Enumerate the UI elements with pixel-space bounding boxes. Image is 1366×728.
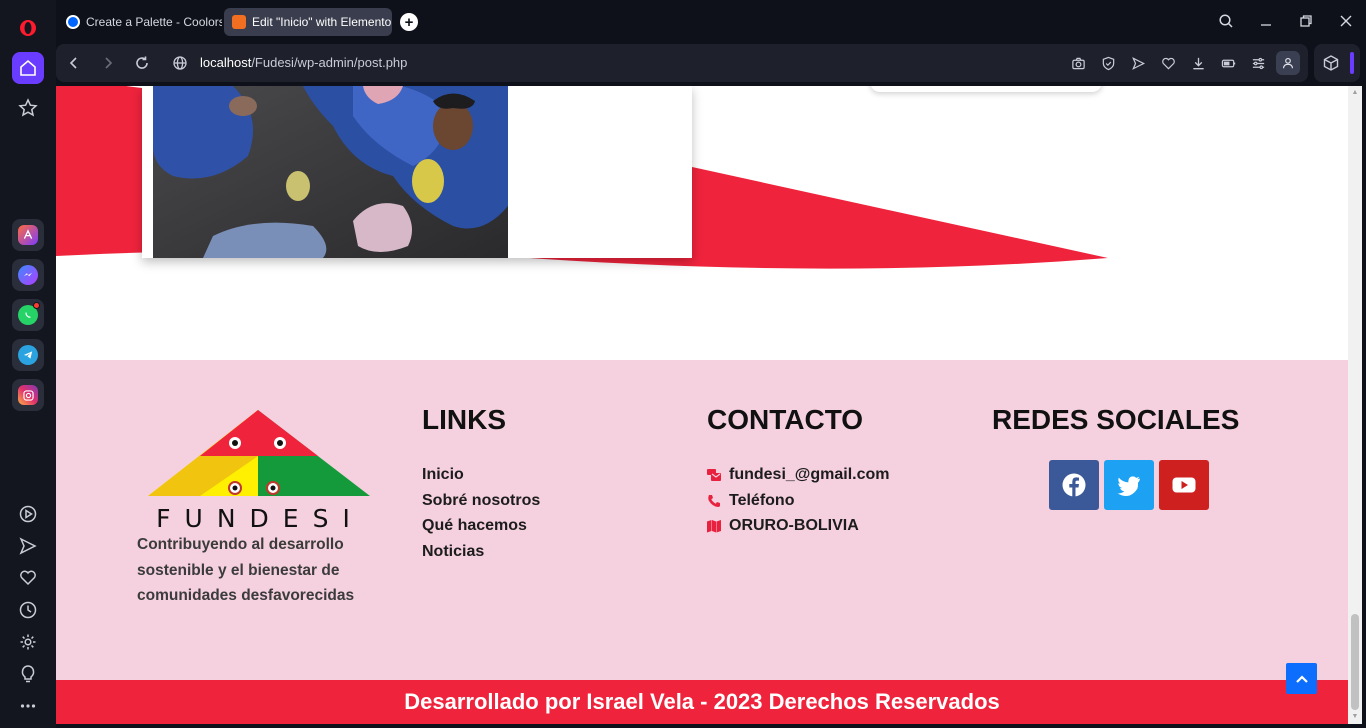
tab-elementor[interactable]: Edit "Inicio" with Elemento bbox=[224, 8, 392, 36]
mail-bulk-icon bbox=[706, 467, 722, 483]
hero-photo bbox=[153, 86, 508, 258]
contact-phone[interactable]: Teléfono bbox=[706, 488, 890, 514]
history-icon[interactable] bbox=[12, 594, 44, 626]
adblock-shield-icon[interactable] bbox=[1098, 53, 1118, 73]
aria-icon[interactable] bbox=[12, 219, 44, 251]
twitter-button[interactable] bbox=[1104, 460, 1154, 510]
logo-wordmark: FUNDESI bbox=[156, 504, 364, 533]
contact-list: fundesi_@gmail.com Teléfono ORURO-BOLIVI… bbox=[706, 462, 890, 539]
download-icon[interactable] bbox=[1188, 53, 1208, 73]
settings-icon[interactable] bbox=[12, 626, 44, 658]
search-tabs-icon[interactable] bbox=[1214, 10, 1238, 32]
url-host: localhost bbox=[200, 55, 252, 70]
twitter-icon bbox=[1117, 476, 1140, 497]
telegram-icon[interactable] bbox=[12, 339, 44, 371]
instagram-icon[interactable] bbox=[12, 379, 44, 411]
whatsapp-icon[interactable] bbox=[12, 299, 44, 331]
pinboards-icon[interactable] bbox=[12, 92, 44, 124]
reload-icon[interactable] bbox=[132, 53, 152, 73]
footer-link-noticias[interactable]: Noticias bbox=[422, 539, 540, 565]
url-field[interactable]: localhost/Fudesi/wp-admin/post.php bbox=[200, 55, 407, 70]
youtube-button[interactable] bbox=[1159, 460, 1209, 510]
youtube-icon bbox=[1172, 477, 1196, 493]
back-icon[interactable] bbox=[64, 53, 84, 73]
links-heading: LINKS bbox=[422, 404, 506, 435]
home-icon[interactable] bbox=[12, 52, 44, 84]
scroll-to-top-button[interactable] bbox=[1286, 663, 1317, 694]
social-heading: REDES SOCIALES bbox=[992, 404, 1240, 435]
map-icon bbox=[706, 518, 722, 534]
footer-links: Inicio Sobré nosotros Qué hacemos Notici… bbox=[422, 462, 540, 565]
tab-title: Create a Palette - Coolors bbox=[86, 15, 222, 29]
easy-setup-icon[interactable] bbox=[1248, 53, 1268, 73]
tab-coolors[interactable]: Create a Palette - Coolors bbox=[58, 8, 222, 36]
phone-icon bbox=[706, 493, 722, 509]
contact-location-text: ORURO-BOLIVIA bbox=[729, 517, 859, 535]
extensions-cube-icon[interactable] bbox=[1322, 54, 1340, 72]
coolors-favicon-icon bbox=[66, 15, 80, 29]
contact-email[interactable]: fundesi_@gmail.com bbox=[706, 462, 890, 488]
notification-dot bbox=[33, 302, 40, 309]
player-icon[interactable] bbox=[12, 498, 44, 530]
scroll-down-arrow-icon[interactable]: ▼ bbox=[1351, 713, 1359, 721]
bookmark-heart-icon[interactable] bbox=[1158, 53, 1178, 73]
restore-icon[interactable] bbox=[1294, 10, 1318, 32]
profile-icon[interactable] bbox=[1276, 51, 1300, 75]
footer-link-que-hacemos[interactable]: Qué hacemos bbox=[422, 513, 540, 539]
tab-strip: Create a Palette - Coolors Edit "Inicio"… bbox=[56, 0, 1366, 42]
facebook-button[interactable] bbox=[1049, 460, 1099, 510]
opera-logo-icon[interactable] bbox=[12, 12, 44, 44]
contact-location[interactable]: ORURO-BOLIVIA bbox=[706, 513, 890, 539]
forward-icon[interactable] bbox=[98, 53, 118, 73]
close-icon[interactable] bbox=[1334, 10, 1358, 32]
extensions-area bbox=[1314, 44, 1360, 82]
contact-phone-text: Teléfono bbox=[729, 491, 795, 509]
messenger-icon[interactable] bbox=[12, 259, 44, 291]
footer-link-sobre-nosotros[interactable]: Sobré nosotros bbox=[422, 488, 540, 514]
sidebar-accent-bar bbox=[1350, 52, 1354, 74]
page-scrollbar[interactable]: ▲ ▼ bbox=[1348, 86, 1362, 724]
address-bar: localhost/Fudesi/wp-admin/post.php bbox=[56, 44, 1308, 82]
footer-link-inicio[interactable]: Inicio bbox=[422, 462, 540, 488]
site-footer: FUNDESI Contribuyendo al desarrollo sost… bbox=[56, 360, 1348, 680]
browser-sidebar bbox=[0, 0, 56, 728]
scrollbar-thumb[interactable] bbox=[1351, 614, 1359, 710]
new-tab-button[interactable]: + bbox=[400, 13, 418, 31]
lightbulb-icon[interactable] bbox=[12, 658, 44, 690]
footer-tagline: Contribuyendo al desarrollo sostenible y… bbox=[137, 536, 355, 604]
copyright-bar: Desarrollado por Israel Vela - 2023 Dere… bbox=[56, 680, 1348, 724]
page-viewport: FUNDESI Contribuyendo al desarrollo sost… bbox=[56, 86, 1362, 724]
site-info-icon[interactable] bbox=[170, 53, 190, 73]
contact-heading: CONTACTO bbox=[707, 404, 864, 435]
minimize-icon[interactable] bbox=[1254, 10, 1278, 32]
snapshot-icon[interactable] bbox=[1068, 53, 1088, 73]
popup-panel bbox=[870, 86, 1102, 92]
contact-email-text: fundesi_@gmail.com bbox=[729, 466, 890, 483]
battery-icon[interactable] bbox=[1218, 53, 1238, 73]
url-path: /Fudesi/wp-admin/post.php bbox=[251, 55, 408, 70]
send-icon[interactable] bbox=[12, 530, 44, 562]
more-icon[interactable] bbox=[12, 690, 44, 722]
flow-send-icon[interactable] bbox=[1128, 53, 1148, 73]
facebook-icon bbox=[1062, 473, 1086, 497]
tab-title: Edit "Inicio" with Elemento bbox=[252, 15, 392, 29]
heart-icon[interactable] bbox=[12, 562, 44, 594]
xampp-favicon-icon bbox=[232, 15, 246, 29]
scroll-up-arrow-icon[interactable]: ▲ bbox=[1351, 89, 1359, 97]
chevron-up-icon bbox=[1295, 674, 1308, 683]
